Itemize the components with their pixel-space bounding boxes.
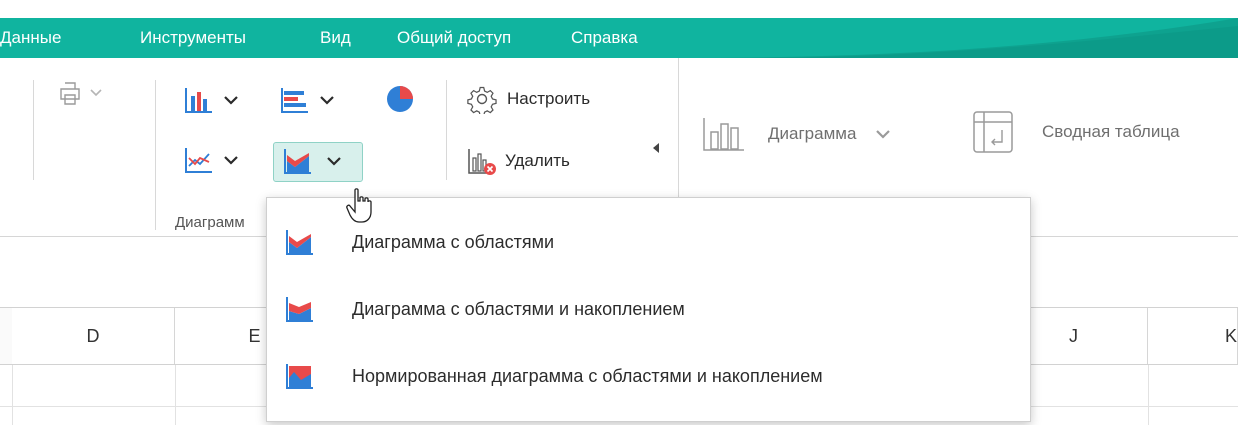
menu-item-help[interactable]: Справка	[571, 28, 638, 48]
spreadsheet-window: Данные Инструменты Вид Общий доступ Спра…	[0, 0, 1238, 425]
dropdown-item-label: Диаграмма с областями и накоплением	[352, 298, 685, 319]
bar-chart-button[interactable]	[280, 86, 334, 114]
delete-label: Удалить	[505, 151, 570, 170]
line-chart-button[interactable]	[184, 146, 238, 174]
print-button[interactable]	[58, 80, 102, 106]
delete-chart-button[interactable]: Удалить	[467, 146, 570, 176]
dropdown-item-area[interactable]: Диаграмма с областями	[267, 209, 1032, 275]
chevron-down-icon	[320, 95, 334, 105]
grid-col-line	[175, 365, 176, 425]
bar-chart-icon	[281, 88, 308, 113]
pivot-table-button[interactable]: Сводная таблица	[970, 110, 1180, 154]
menu-bar: Данные Инструменты Вид Общий доступ Спра…	[0, 18, 1238, 58]
chevron-down-icon	[876, 129, 891, 139]
collapse-arrow-icon[interactable]	[653, 143, 659, 153]
grid-col-line	[1148, 365, 1149, 425]
pie-chart-icon	[387, 86, 413, 112]
configure-chart-button[interactable]: Настроить	[467, 84, 590, 114]
area-chart-icon	[284, 149, 311, 174]
printer-icon	[60, 82, 80, 105]
area-chart-button[interactable]	[283, 147, 341, 175]
configure-label: Настроить	[507, 89, 591, 108]
menu-item-view[interactable]: Вид	[320, 28, 351, 48]
chevron-down-icon	[90, 89, 102, 97]
menu-item-data[interactable]: Данные	[0, 28, 61, 48]
column-chart-icon	[185, 88, 212, 113]
column-header-k[interactable]: K	[1148, 308, 1238, 364]
pie-chart-button[interactable]	[385, 84, 415, 114]
menu-item-sharing[interactable]: Общий доступ	[397, 28, 511, 48]
mouse-cursor-icon	[346, 188, 372, 223]
menu-item-tools[interactable]: Инструменты	[140, 28, 246, 48]
area-chart-dropdown: Диаграмма с областями Диаграмма с област…	[266, 197, 1031, 422]
pivot-table-icon	[973, 111, 1013, 153]
gear-icon	[467, 86, 497, 114]
chart-label: Диаграмма	[768, 124, 857, 143]
chevron-down-icon	[224, 95, 238, 105]
chevron-down-icon	[327, 156, 341, 166]
delete-chart-icon	[468, 149, 496, 175]
percent-stacked-area-chart-icon	[286, 364, 313, 389]
grid-col-line	[12, 365, 13, 425]
area-chart-icon	[286, 230, 313, 255]
insert-chart-button[interactable]: Диаграмма	[702, 116, 891, 152]
stacked-area-chart-icon	[286, 297, 313, 322]
ribbon-separator	[446, 80, 447, 180]
column-chart-button[interactable]	[184, 86, 238, 114]
pivot-table-label: Сводная таблица	[1042, 122, 1180, 141]
menubar-decoration	[678, 18, 1238, 58]
line-chart-icon	[185, 148, 212, 173]
ribbon-group-label: Диаграмм	[175, 214, 245, 231]
dropdown-item-label: Нормированная диаграмма с областями и на…	[352, 365, 823, 386]
dropdown-item-stacked-area[interactable]: Диаграмма с областями и накоплением	[267, 276, 1032, 342]
chart-icon	[703, 118, 744, 151]
dropdown-item-label: Диаграмма с областями	[352, 231, 555, 252]
chevron-down-icon	[224, 155, 238, 165]
dropdown-item-percent-stacked-area[interactable]: Нормированная диаграмма с областями и на…	[267, 343, 1032, 409]
ribbon-separator	[155, 80, 156, 230]
column-header-d[interactable]: D	[12, 308, 175, 364]
ribbon-separator	[33, 80, 34, 180]
